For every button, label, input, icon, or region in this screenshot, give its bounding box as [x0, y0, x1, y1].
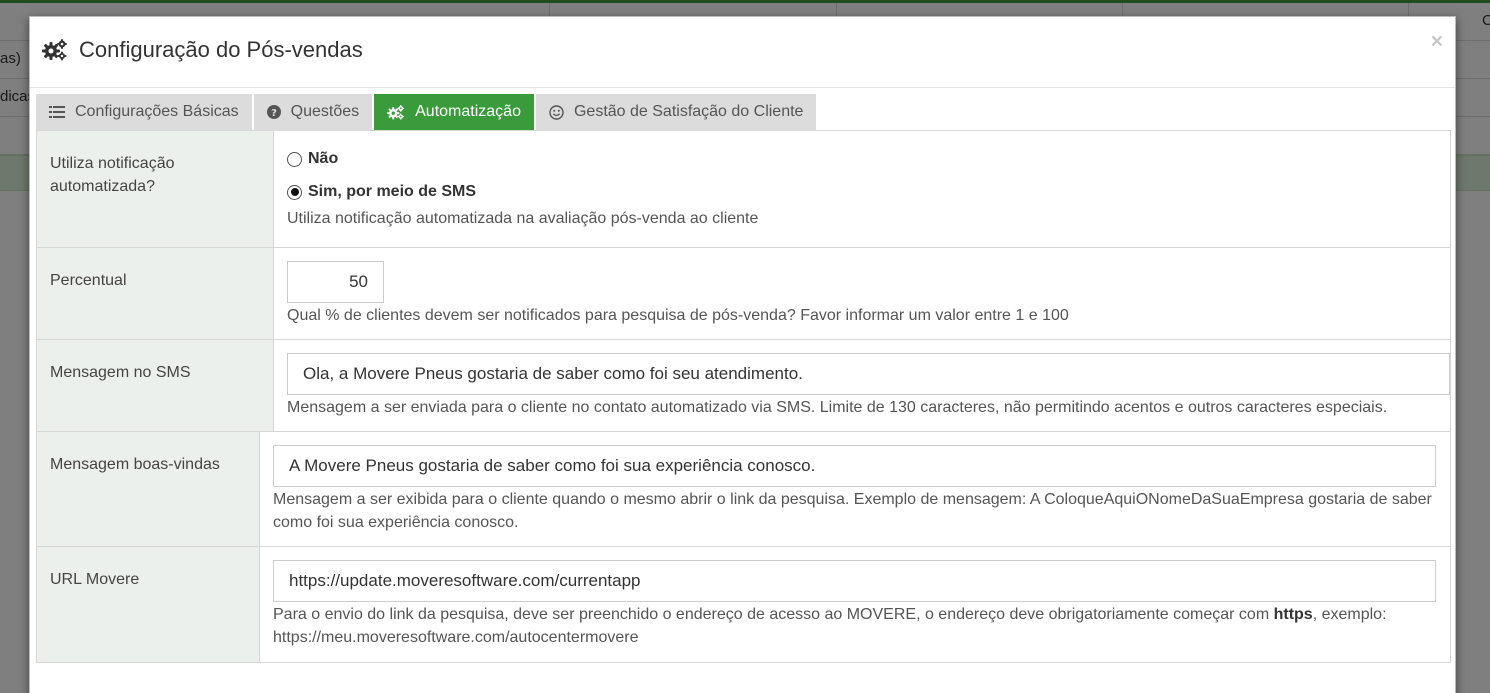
radio-label: Não: [308, 150, 339, 167]
radio-button-nao[interactable]: [287, 151, 302, 167]
field-label: Mensagem no SMS: [37, 340, 274, 431]
tab-gestao-satisfacao[interactable]: Gestão de Satisfação do Cliente: [535, 94, 817, 130]
tab-automatizacao[interactable]: Automatização: [374, 94, 534, 130]
sms-message-input[interactable]: [287, 353, 1450, 395]
tab-bar: Configurações Básicas ? Questões Automat…: [36, 94, 818, 130]
tab-questoes[interactable]: ? Questões: [253, 94, 373, 130]
list-icon: [49, 106, 65, 118]
help-text: Utiliza notificação automatizada na aval…: [287, 210, 759, 227]
svg-text:?: ?: [271, 108, 277, 119]
field-label: Mensagem boas-vindas: [37, 432, 260, 546]
help-text: Mensagem a ser exibida para o cliente qu…: [273, 491, 1432, 531]
field-value: Para o envio do link da pesquisa, deve s…: [260, 547, 1450, 662]
form-row-notification: Utiliza notificação automatizada? Não Si…: [37, 131, 1450, 248]
tab-configuracoes-basicas[interactable]: Configurações Básicas: [36, 94, 252, 130]
field-label: Utiliza notificação automatizada?: [37, 131, 274, 247]
form-row-percentual: Percentual Qual % de clientes devem ser …: [37, 248, 1450, 340]
help-text-bold: https: [1273, 606, 1313, 623]
post-sales-config-modal: Configuração do Pós-vendas × Configuraçõ…: [29, 16, 1456, 693]
field-label: Percentual: [37, 248, 274, 339]
help-text: Mensagem a ser enviada para o cliente no…: [287, 399, 1388, 416]
radio-option-sms[interactable]: Sim, por meio de SMS: [287, 183, 1450, 201]
question-circle-icon: ?: [266, 105, 281, 119]
url-input[interactable]: [273, 560, 1436, 602]
form-row-welcome-message: Mensagem boas-vindas Mensagem a ser exib…: [37, 432, 1450, 547]
form-row-url: URL Movere Para o envio do link da pesqu…: [37, 547, 1450, 662]
gears-icon: [387, 104, 405, 120]
smile-icon: [549, 104, 564, 120]
gears-icon: [42, 39, 67, 61]
field-value: Não Sim, por meio de SMS Utiliza notific…: [274, 131, 1450, 247]
field-value: Mensagem a ser enviada para o cliente no…: [274, 340, 1450, 431]
modal-title: Configuração do Pós-vendas: [42, 37, 363, 63]
percentual-input[interactable]: [287, 261, 384, 303]
radio-button-sms-selected[interactable]: [287, 184, 302, 200]
field-label: URL Movere: [37, 547, 260, 662]
help-text: Qual % de clientes devem ser notificados…: [287, 307, 1069, 324]
radio-option-nao[interactable]: Não: [287, 150, 1450, 168]
form-row-sms-message: Mensagem no SMS Mensagem a ser enviada p…: [37, 340, 1450, 432]
close-button[interactable]: ×: [1431, 31, 1443, 52]
tab-label: Configurações Básicas: [75, 103, 239, 120]
tab-label: Gestão de Satisfação do Cliente: [573, 103, 804, 120]
welcome-message-input[interactable]: [273, 445, 1436, 487]
tab-label: Questões: [290, 103, 360, 120]
automation-form: Utiliza notificação automatizada? Não Si…: [36, 130, 1451, 663]
modal-header: Configuração do Pós-vendas ×: [30, 17, 1455, 88]
tab-label: Automatização: [415, 103, 521, 120]
modal-title-text: Configuração do Pós-vendas: [79, 37, 363, 62]
field-value: Qual % de clientes devem ser notificados…: [274, 248, 1450, 339]
radio-label: Sim, por meio de SMS: [308, 183, 477, 200]
field-value: Mensagem a ser exibida para o cliente qu…: [260, 432, 1450, 546]
help-text: Para o envio do link da pesquisa, deve s…: [273, 603, 1436, 649]
help-text-part: Para o envio do link da pesquisa, deve s…: [273, 606, 1274, 623]
